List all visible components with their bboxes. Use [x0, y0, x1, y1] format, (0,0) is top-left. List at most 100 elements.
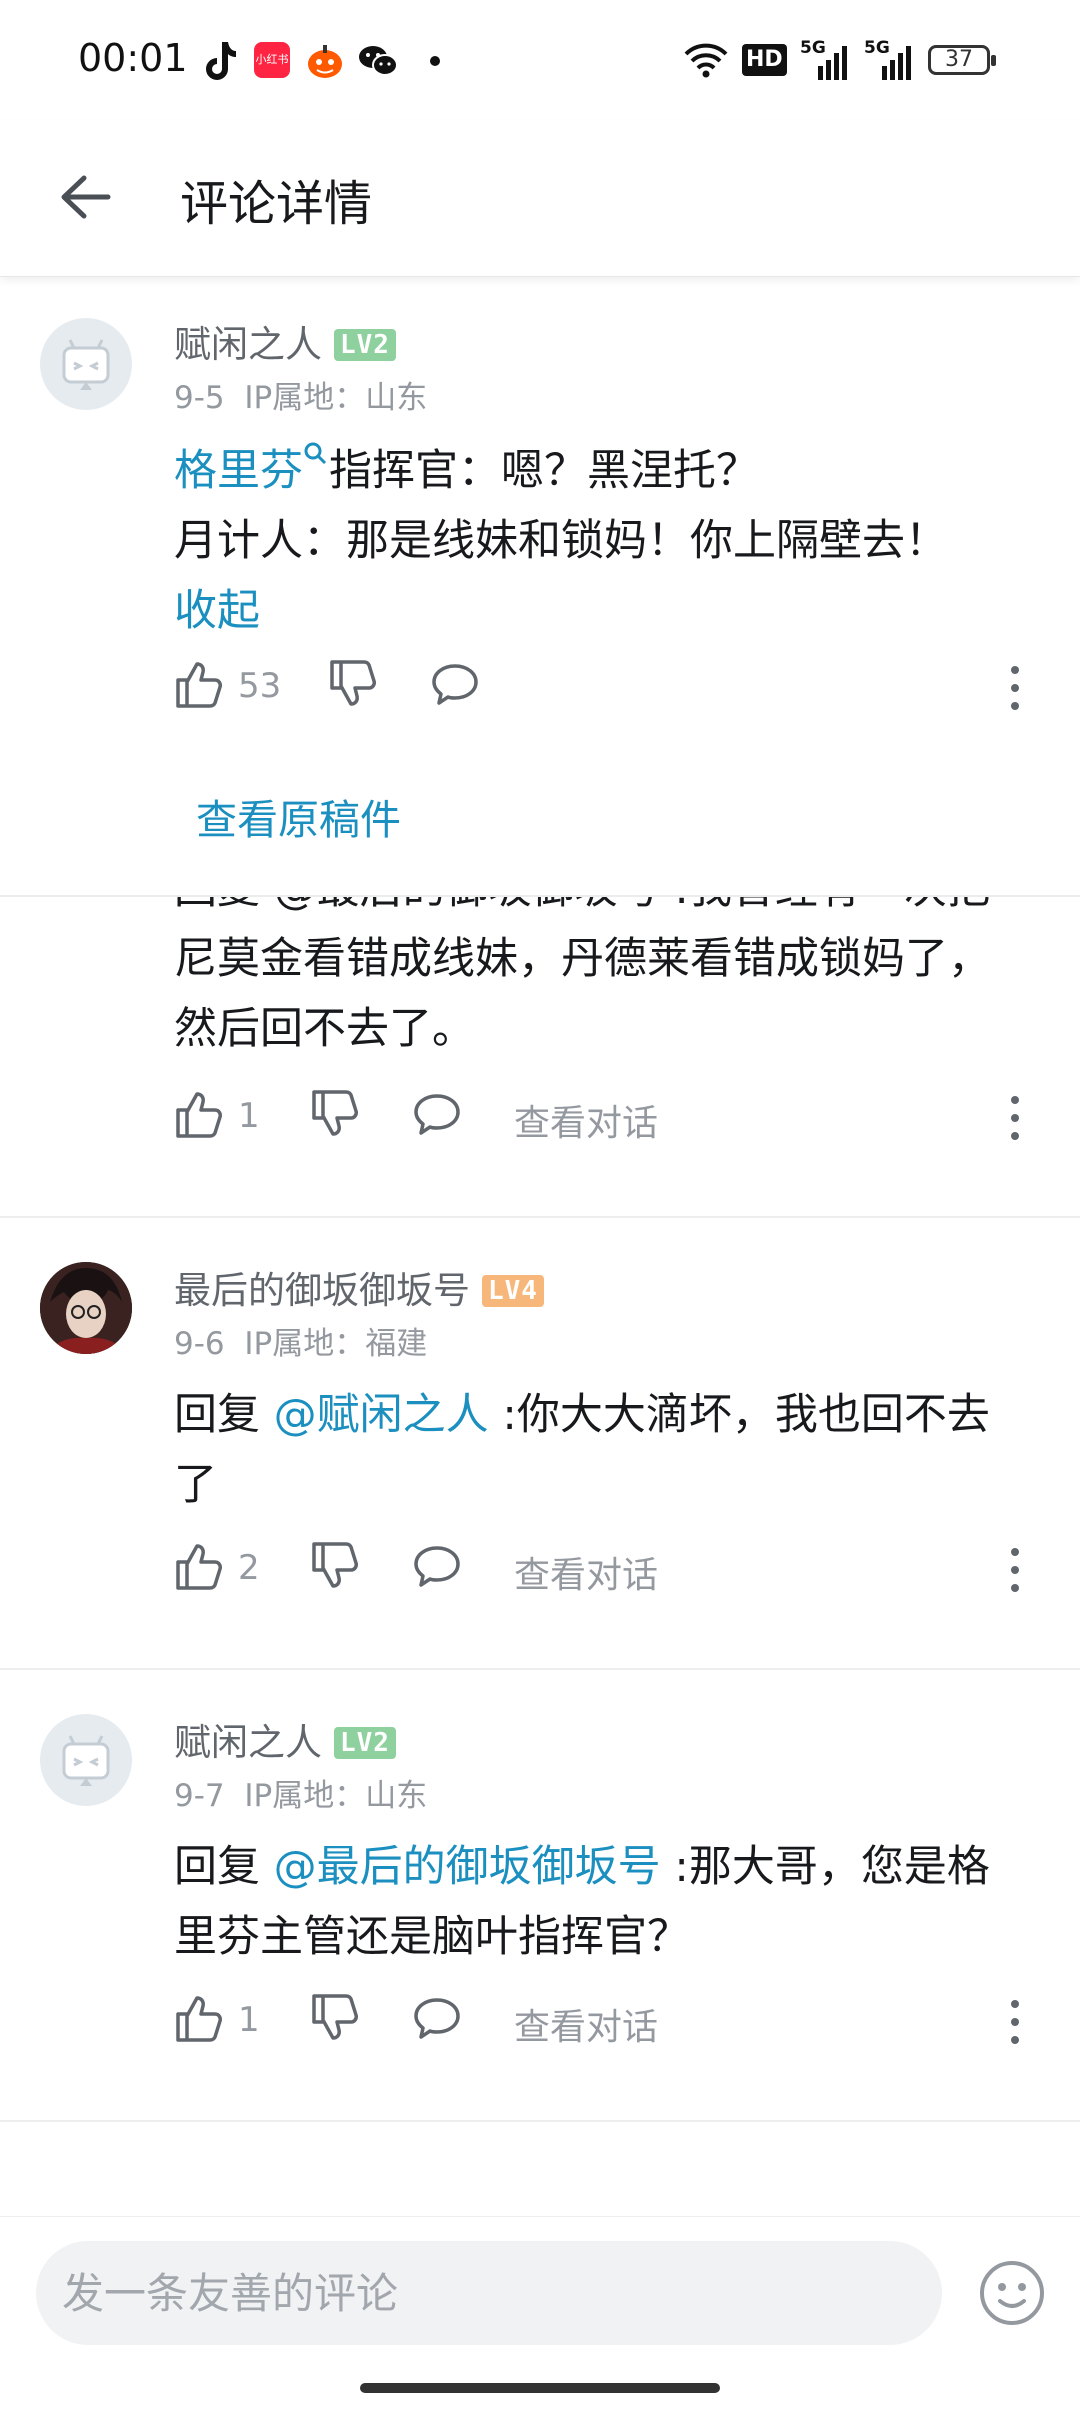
reply-text-line: 了	[174, 1460, 217, 1510]
reply-item: 回复 @最后的御坂御坂号 :我曾经有一次把 尼莫金看错成线妹，丹德莱看错成锁妈了…	[0, 896, 1080, 1216]
view-conversation-link[interactable]: 查看对话	[514, 1094, 658, 1146]
reply-meta: 9-6 IP属地：福建	[174, 1318, 427, 1363]
root-comment: 赋闲之人 LV2 9-5 IP属地：山东 格里芬 指挥官：嗯？黑涅托？ 月计人：那是…	[0, 278, 1080, 898]
thumbs-down-icon[interactable]	[310, 1540, 358, 1592]
more-icon[interactable]	[1000, 658, 1030, 718]
level-badge: LV2	[334, 1727, 396, 1759]
avatar[interactable]	[40, 1262, 132, 1354]
tiktok-icon	[206, 42, 236, 80]
page-title: 评论详情	[180, 176, 373, 232]
avatar[interactable]	[40, 318, 132, 410]
battery-icon: 37	[928, 45, 996, 75]
like-count: 1	[238, 1096, 260, 1136]
level-badge: LV4	[482, 1275, 544, 1307]
mention-link[interactable]: @最后的御坂御坂号	[274, 1842, 661, 1892]
avatar[interactable]	[40, 1714, 132, 1806]
divider	[0, 2120, 1080, 2122]
search-keyword-link[interactable]: 格里芬	[174, 446, 303, 496]
reply-date: 9-6	[174, 1326, 225, 1362]
reply-text-line: :那大哥，您是格	[660, 1842, 990, 1892]
reply-content: 回复 @赋闲之人 :你大大滴坏，我也回不去 了	[174, 1380, 1080, 1520]
thumbs-down-icon[interactable]	[328, 658, 376, 710]
reply-header: 最后的御坂御坂号 LV4	[174, 1260, 544, 1314]
user-avatar-image	[40, 1262, 132, 1354]
reply-content: 回复 @最后的御坂御坂号 :那大哥，您是格 里芬主管还是脑叶指挥官？	[174, 1832, 1080, 1972]
reply-date: 9-7	[174, 1778, 225, 1814]
comment-text-line: 指挥官：嗯？黑涅托？	[329, 446, 759, 496]
signal-5g-icon: 5G	[864, 38, 916, 80]
comment-date: 9-5	[174, 380, 225, 416]
hd-icon: HD	[742, 44, 787, 76]
ip-location: IP属地：山东	[244, 380, 428, 416]
wifi-icon	[684, 43, 728, 78]
ip-location: IP属地：山东	[244, 1778, 428, 1814]
ip-location: IP属地：福建	[244, 1326, 428, 1362]
divider	[0, 895, 1080, 897]
xiaohongshu-label: 小红书	[255, 53, 289, 66]
wechat-icon	[359, 46, 398, 76]
reply-text-line: :你大大滴坏，我也回不去	[488, 1390, 990, 1440]
comment-meta: 9-5 IP属地：山东	[174, 372, 427, 417]
comment-icon[interactable]	[430, 662, 480, 708]
thumbs-down-icon[interactable]	[310, 1088, 358, 1140]
reply-header: 赋闲之人 LV2	[174, 1712, 396, 1766]
username[interactable]: 赋闲之人	[174, 1721, 322, 1764]
view-conversation-link[interactable]: 查看对话	[514, 1546, 658, 1598]
reply-item: 赋闲之人 LV2 9-7 IP属地：山东 回复 @最后的御坂御坂号 :那大哥，您是…	[0, 1670, 1080, 2120]
back-button[interactable]	[52, 162, 122, 232]
thumbs-down-icon[interactable]	[310, 1992, 358, 2044]
signal-label: 5G	[864, 38, 890, 58]
reply-item: 最后的御坂御坂号 LV4 9-6 IP属地：福建 回复 @赋闲之人 :你大大滴坏，…	[0, 1218, 1080, 1668]
reply-text-line: 尼莫金看错成线妹，丹德莱看错成锁妈了，	[174, 934, 991, 984]
reply-text-line: 然后回不去了。	[174, 1004, 475, 1054]
thumbs-up-icon[interactable]	[174, 1088, 222, 1140]
more-icon[interactable]	[1000, 1540, 1030, 1600]
reply-prefix: 回复	[174, 1842, 274, 1892]
home-indicator	[360, 2383, 720, 2393]
xiaohongshu-icon: 小红书	[254, 42, 290, 78]
like-count: 53	[238, 666, 282, 706]
thumbs-up-icon[interactable]	[174, 1540, 222, 1592]
username[interactable]: 赋闲之人	[174, 323, 322, 366]
emoji-icon	[980, 2261, 1044, 2325]
arrow-left-icon	[61, 175, 111, 219]
collapse-link[interactable]: 收起	[174, 576, 1080, 646]
battery-level: 37	[945, 47, 973, 72]
status-bar: 00:01 小红书 HD 5G 5G 37	[0, 0, 1080, 120]
reply-prefix: 回复	[174, 1390, 274, 1440]
taobao-icon	[308, 45, 342, 78]
username[interactable]: 最后的御坂御坂号	[174, 1269, 470, 1312]
hd-label: HD	[746, 47, 783, 72]
comment-content: 格里芬 指挥官：嗯？黑涅托？ 月计人：那是线妹和锁妈！你上隔壁去！ 收起	[174, 436, 1080, 646]
reply-meta: 9-7 IP属地：山东	[174, 1770, 427, 1815]
like-count: 1	[238, 2000, 260, 2040]
notification-dot-icon	[430, 56, 440, 66]
comment-input[interactable]	[36, 2241, 942, 2345]
comment-icon[interactable]	[412, 1996, 462, 2042]
reply-text-line: 回复 @最后的御坂御坂号 :我曾经有一次把	[174, 896, 1080, 924]
reply-actions: 1 查看对话	[174, 1992, 1080, 2052]
view-original-link[interactable]: 查看原稿件	[196, 786, 401, 846]
emoji-button[interactable]	[976, 2257, 1048, 2329]
comment-actions: 53	[174, 658, 1080, 718]
view-original-label: 查看原稿件	[196, 796, 401, 844]
reply-actions: 2 查看对话	[174, 1540, 1080, 1600]
more-icon[interactable]	[1000, 1992, 1030, 2052]
top-bar: 评论详情	[0, 120, 1080, 277]
reply-content: 回复 @最后的御坂御坂号 :我曾经有一次把 尼莫金看错成线妹，丹德莱看错成锁妈了…	[174, 896, 1080, 1064]
comment-header: 赋闲之人 LV2	[174, 314, 396, 368]
reply-actions: 1 查看对话	[174, 1088, 1080, 1148]
comment-text-line: 月计人：那是线妹和锁妈！你上隔壁去！	[174, 516, 948, 566]
search-icon[interactable]	[303, 441, 329, 471]
status-time: 00:01	[78, 36, 188, 80]
more-icon[interactable]	[1000, 1088, 1030, 1148]
signal-label: 5G	[800, 38, 826, 58]
comment-icon[interactable]	[412, 1544, 462, 1590]
reply-text-line: 里芬主管还是脑叶指挥官？	[174, 1912, 690, 1962]
like-count: 2	[238, 1548, 260, 1588]
thumbs-up-icon[interactable]	[174, 658, 222, 710]
mention-link[interactable]: @赋闲之人	[274, 1390, 489, 1440]
comment-icon[interactable]	[412, 1092, 462, 1138]
thumbs-up-icon[interactable]	[174, 1992, 222, 2044]
view-conversation-link[interactable]: 查看对话	[514, 1998, 658, 2050]
